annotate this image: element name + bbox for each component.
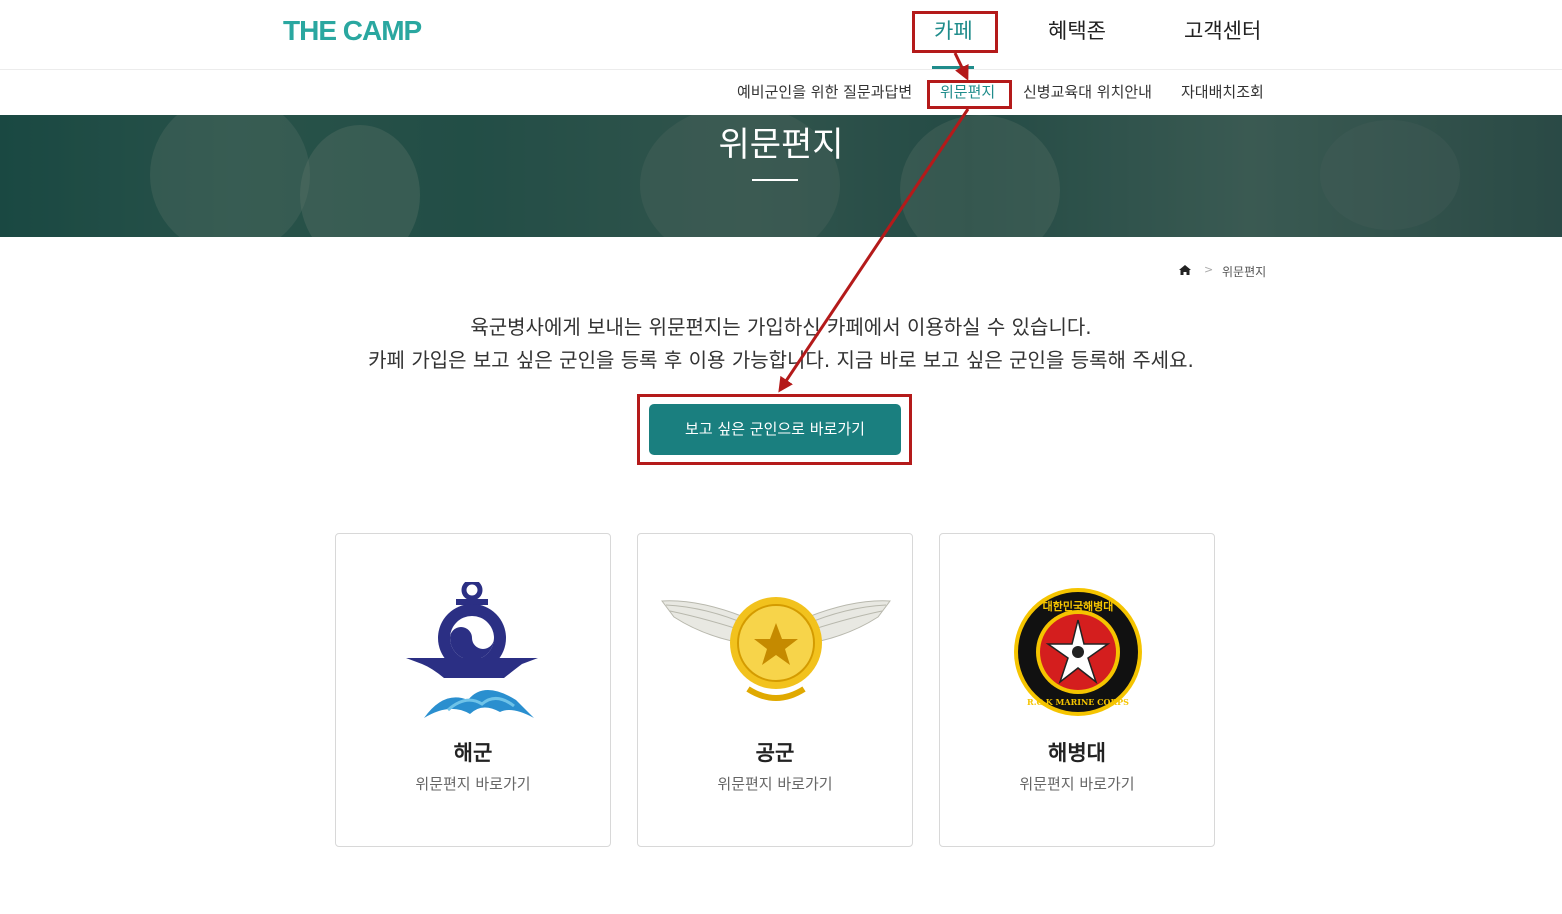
- subnav-training-center-location[interactable]: 신병교육대 위치안내: [1023, 82, 1152, 102]
- the-camp-logo[interactable]: THE CAMP: [283, 14, 422, 48]
- sub-nav: 예비군인을 위한 질문과답변 위문편지 신병교육대 위치안내 자대배치조회: [0, 70, 1562, 115]
- subnav-qna[interactable]: 예비군인을 위한 질문과답변: [737, 82, 912, 102]
- card-link[interactable]: 위문편지 바로가기: [940, 774, 1214, 794]
- emblem-text-korean: 대한민국해병대: [1043, 599, 1114, 613]
- subnav-unit-assignment-lookup[interactable]: 자대배치조회: [1181, 82, 1264, 102]
- card-link[interactable]: 위문편지 바로가기: [336, 774, 610, 794]
- air-force-emblem-icon: [661, 597, 891, 701]
- intro-line-2: 카페 가입은 보고 싶은 군인을 등록 후 이용 가능합니다. 지금 바로 보고…: [368, 348, 1194, 372]
- card-title: 공군: [755, 741, 795, 765]
- marine-corps-card[interactable]: 대한민국해병대 R.O.K MARINE CORPS 해병대 위문편지 바로가기: [939, 533, 1215, 847]
- banner-title: 위문편지: [718, 125, 844, 165]
- subnav-comfort-letter[interactable]: 위문편지: [940, 82, 995, 102]
- emblem-text-english: R.O.K MARINE CORPS: [1027, 697, 1129, 707]
- nav-cafe[interactable]: 카페: [934, 14, 973, 48]
- banner-underline: [752, 179, 798, 181]
- breadcrumb-current: 위문편지: [1222, 265, 1267, 279]
- card-title: 해군: [453, 741, 493, 765]
- marine-corps-emblem-icon: 대한민국해병대 R.O.K MARINE CORPS: [1014, 588, 1142, 716]
- nav-customer-center[interactable]: 고객센터: [1184, 14, 1261, 48]
- go-to-registered-soldier-button[interactable]: 보고 싶은 군인으로 바로가기: [649, 404, 901, 455]
- navy-emblem-icon: [406, 582, 538, 718]
- chevron-right-icon: >: [1204, 263, 1214, 276]
- air-force-card[interactable]: 공군 위문편지 바로가기: [637, 533, 913, 847]
- home-icon[interactable]: [1178, 263, 1192, 277]
- navy-card[interactable]: 해군 위문편지 바로가기: [335, 533, 611, 847]
- nav-benefit-zone[interactable]: 혜택존: [1048, 14, 1106, 48]
- nav-active-indicator: [932, 66, 974, 69]
- card-title: 해병대: [1048, 741, 1106, 765]
- card-link[interactable]: 위문편지 바로가기: [638, 774, 912, 794]
- top-header: THE CAMP 카페 혜택존 고객센터: [0, 0, 1562, 70]
- intro-line-1: 육군병사에게 보내는 위문편지는 가입하신 카페에서 이용하실 수 있습니다.: [470, 315, 1092, 339]
- page-banner: 위문편지: [0, 115, 1562, 237]
